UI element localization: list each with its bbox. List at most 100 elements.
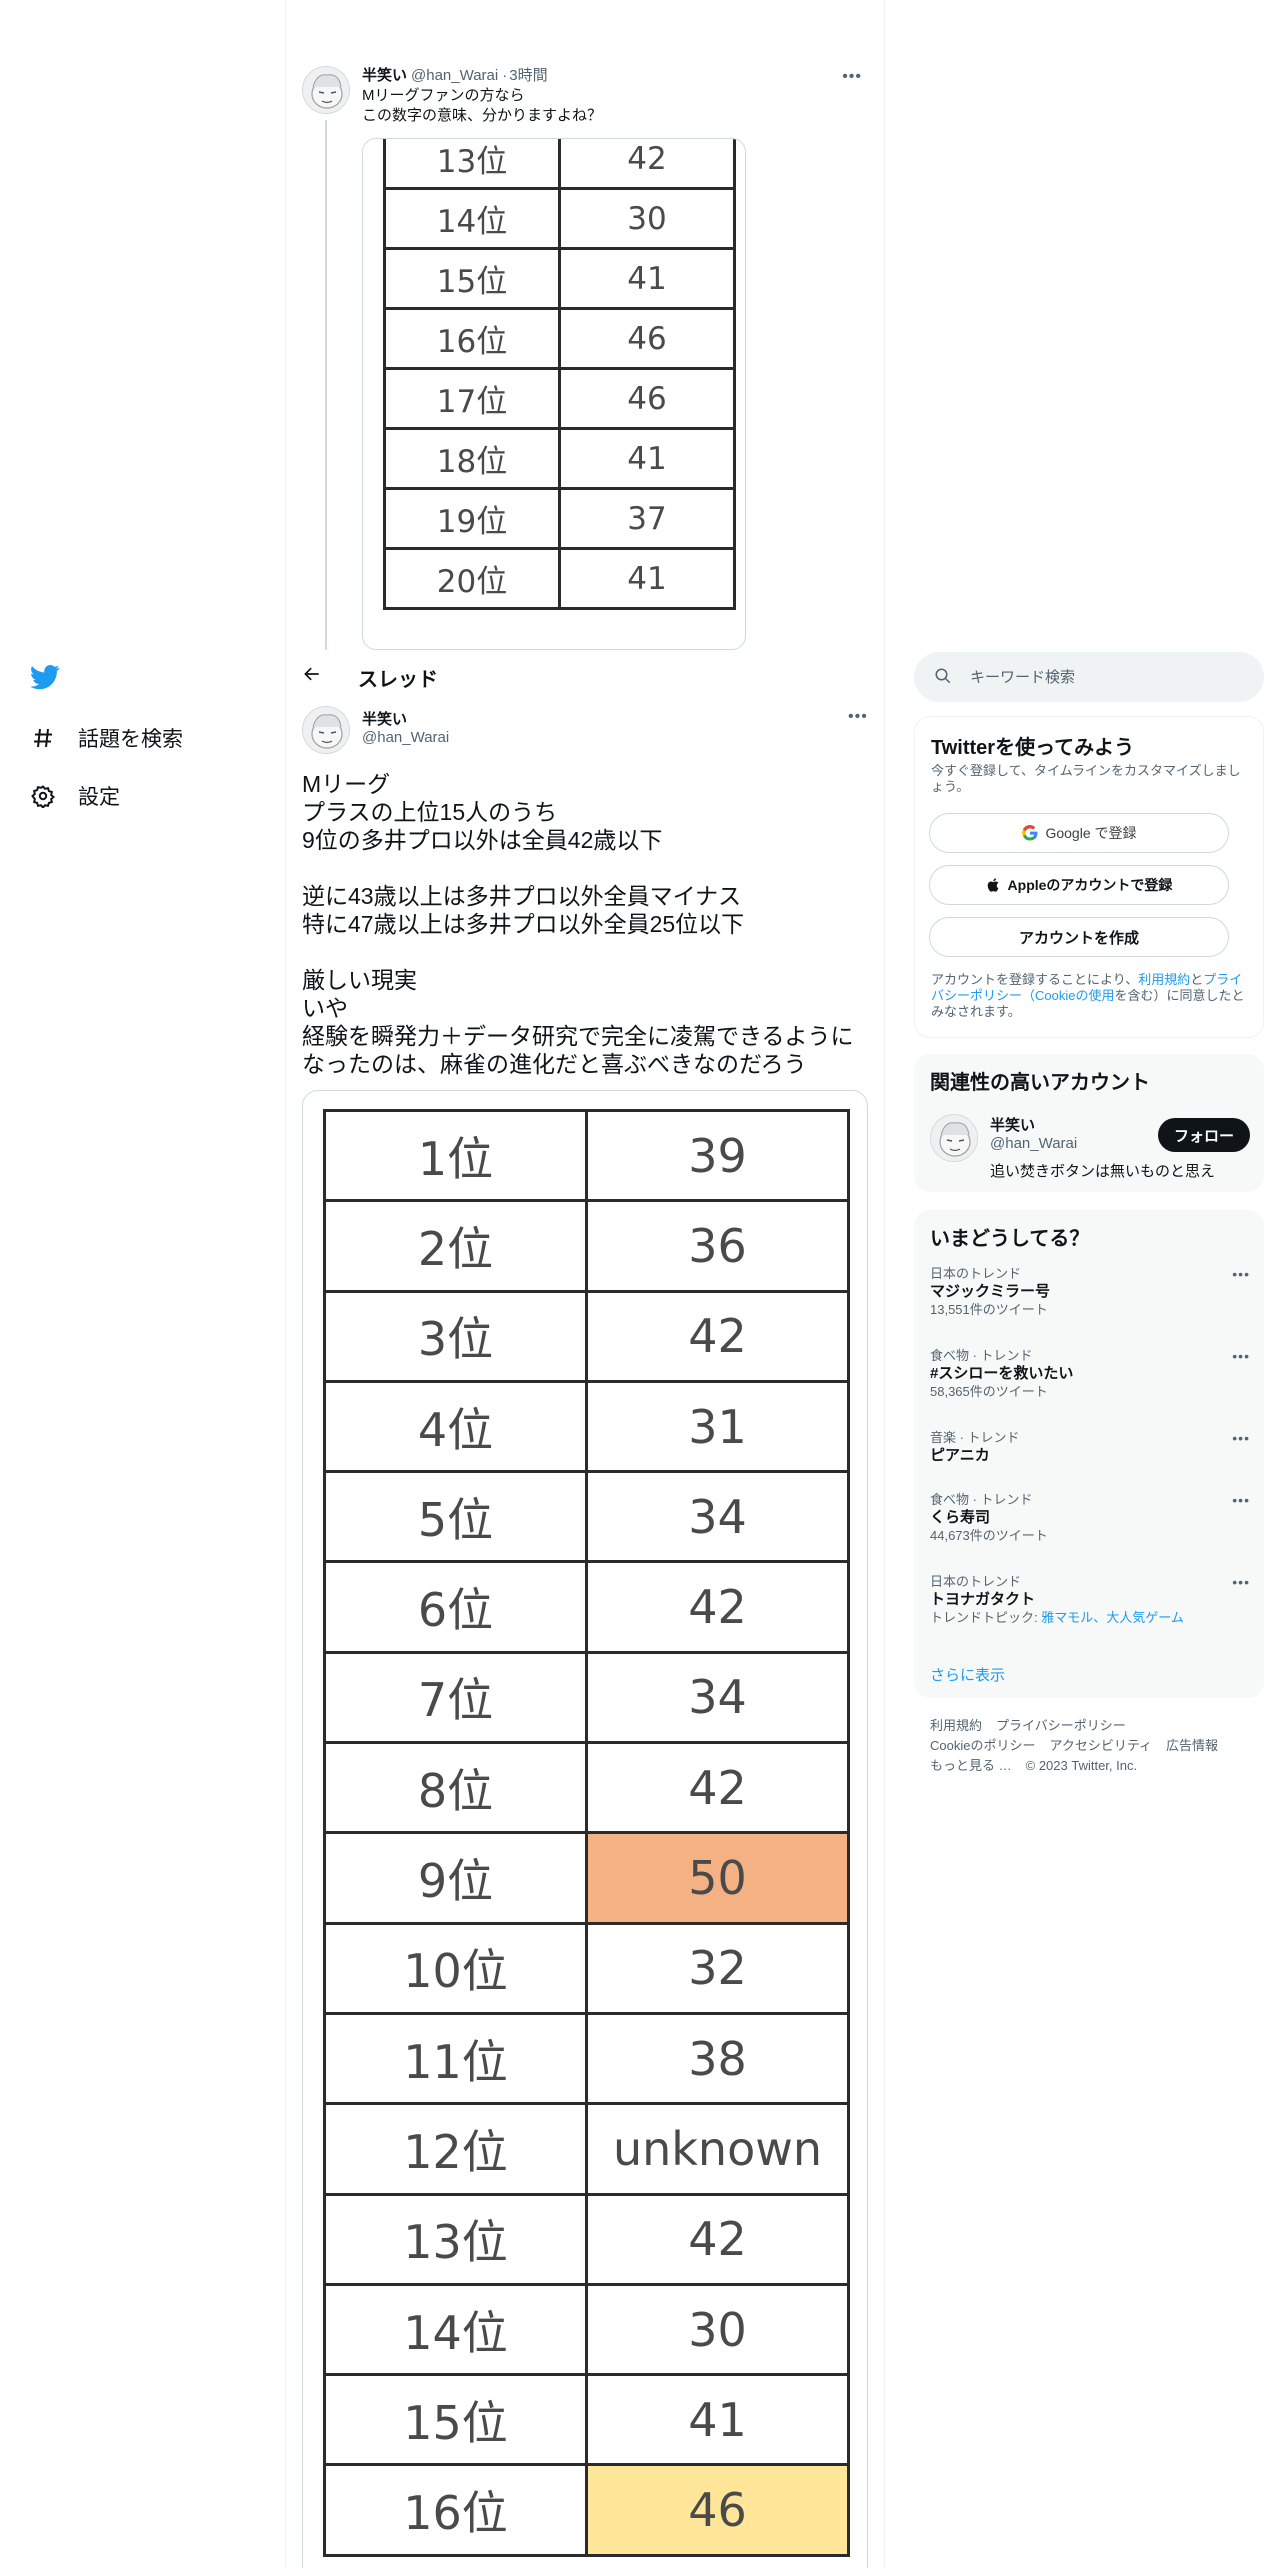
table-row: 13位 42 (323, 2192, 850, 2286)
tweet-time[interactable]: 3時間 (509, 67, 547, 84)
age-cell: 37 (558, 487, 736, 550)
right-column-border (884, 0, 885, 2568)
related-accounts-card: 関連性の高いアカウント 半笑い @han_Warai 追い焚きボタンは無いものと… (914, 1054, 1264, 1192)
age-cell: unknown (585, 2102, 850, 2196)
age-cell: 42 (558, 139, 736, 190)
trend-item[interactable]: 日本のトレンド トヨナガタクト トレンドトピック: 雅マモル、大人気ゲーム ••… (930, 1574, 1250, 1626)
signup-title: Twitterを使ってみよう (931, 737, 1135, 759)
avatar[interactable] (930, 1114, 978, 1162)
more-options-icon[interactable]: ••• (848, 708, 868, 726)
parent-tweet[interactable]: 半笑い @han_Warai · 3時間 ••• Mリーグファンの方なら この数字の意… (286, 50, 884, 700)
show-more-link[interactable]: さらに表示 (930, 1664, 1005, 1685)
trend-count: 58,365件のツイート (930, 1384, 1048, 1399)
avatar[interactable] (302, 66, 350, 114)
trend-item[interactable]: 食べ物 · トレンド #スシローを救いたい 58,365件のツイート ••• (930, 1348, 1250, 1400)
search-box[interactable] (914, 652, 1264, 702)
table-row: 6位 42 (323, 1560, 850, 1654)
thread-connector-line (325, 120, 327, 700)
terms-link[interactable]: 利用規約 (1138, 972, 1190, 987)
tweet-text-line: この数字の意味、分かりますよね？ (362, 107, 603, 124)
more-options-icon[interactable]: ••• (1232, 1266, 1250, 1282)
author-handle[interactable]: @han_Warai (411, 67, 498, 84)
terms-and: と (1190, 972, 1204, 987)
table-row: 20位 41 (383, 547, 736, 610)
rank-cell: 6位 (323, 1560, 588, 1654)
tweet-text-line: プラスの上位15人のうち (302, 799, 558, 825)
trend-item[interactable]: 日本のトレンド マジックミラー号 13,551件のツイート ••• (930, 1266, 1250, 1318)
search-input[interactable] (970, 652, 1250, 702)
gear-icon (30, 783, 56, 809)
tweet-text: Mリーグファンの方なら この数字の意味、分かりますよね？ (362, 86, 602, 126)
hashtag-icon (30, 725, 56, 751)
age-cell: 38 (585, 2011, 850, 2106)
create-account-button[interactable]: アカウントを作成 (929, 917, 1229, 957)
tweet-image[interactable]: 1位 39 2位 36 3位 42 4位 31 5位 34 6位 42 7位 34 8位 42 9位 50 10位 3… (302, 1090, 868, 2568)
author-handle[interactable]: @han_Warai (362, 729, 449, 746)
apple-icon (986, 877, 1002, 893)
nav-settings[interactable]: 設定 (30, 776, 120, 816)
more-options-icon[interactable]: ••• (1232, 1348, 1250, 1364)
rank-cell: 18位 (383, 427, 561, 490)
trend-item[interactable]: 音楽 · トレンド ピアニカ ••• (930, 1430, 1250, 1466)
apple-signup-button[interactable]: Appleのアカウントで登録 (929, 865, 1229, 905)
avatar[interactable] (302, 706, 350, 754)
related-account-handle[interactable]: @han_Warai (990, 1135, 1077, 1152)
table-row: 9位 50 (323, 1831, 850, 1925)
tweet-text-line: なったのは、麻雀の進化だと喜ぶべきなのだろう (302, 1051, 807, 1077)
age-cell: 46 (558, 307, 736, 370)
tweet-text-line: 厳しい現実 (302, 967, 417, 993)
footer-link[interactable]: アクセシビリティ (1049, 1738, 1152, 1753)
tweet-image[interactable]: 13位 42 14位 30 15位 41 16位 46 17位 46 18位 41 19位 37 20位 41 (362, 138, 746, 650)
age-cell: 41 (585, 2373, 850, 2467)
table-row: 3位 42 (323, 1289, 850, 1383)
tweet-text-line: いや (302, 995, 348, 1021)
table-row: 11位 38 (323, 2011, 850, 2106)
copyright: © 2023 Twitter, Inc. (1025, 1758, 1138, 1773)
rank-cell: 16位 (323, 2463, 588, 2557)
footer-link[interactable]: プライバシーポリシー (996, 1718, 1126, 1733)
age-cell: 41 (558, 427, 736, 490)
tweet-text-line: 逆に43歳以上は多井プロ以外全員マイナス (302, 883, 742, 909)
table-row: 7位 34 (323, 1650, 850, 1745)
more-options-icon[interactable]: ••• (1232, 1574, 1250, 1590)
trend-item[interactable]: 食べ物 · トレンド くら寿司 44,673件のツイート ••• (930, 1492, 1250, 1544)
table-row: 18位 41 (383, 427, 736, 490)
twitter-logo-icon[interactable] (30, 662, 64, 692)
age-cell: 41 (558, 247, 736, 310)
more-options-icon[interactable]: ••• (1232, 1492, 1250, 1508)
table-row: 15位 41 (383, 247, 736, 310)
nav-settings-label: 設定 (78, 786, 120, 809)
rank-cell: 11位 (323, 2011, 588, 2106)
more-options-icon[interactable]: ••• (842, 68, 862, 86)
table-row: 2位 36 (323, 1199, 850, 1293)
nav-explore[interactable]: 話題を検索 (30, 718, 183, 758)
trend-name: ピアニカ (930, 1447, 990, 1464)
footer-link[interactable]: 広告情報 (1166, 1738, 1218, 1753)
tweet-header: 半笑い @han_Warai · 3時間 (362, 64, 548, 85)
table-row: 13位 42 (383, 139, 736, 190)
trend-topic-links[interactable]: 雅マモル、大人気ゲーム (1041, 1610, 1184, 1625)
rank-cell: 1位 (323, 1108, 588, 1203)
thread-header: スレッド (286, 650, 884, 702)
age-cell: 36 (585, 1199, 850, 1293)
related-account-name[interactable]: 半笑い (990, 1114, 1035, 1135)
trend-count: 13,551件のツイート (930, 1302, 1048, 1317)
follow-button[interactable]: フォロー (1158, 1118, 1250, 1152)
google-icon (1021, 824, 1039, 842)
more-options-icon[interactable]: ••• (1232, 1430, 1250, 1446)
footer-link[interactable]: Cookieのポリシー (930, 1738, 1035, 1753)
footer-link[interactable]: もっと見る … (930, 1758, 1012, 1773)
google-signup-button[interactable]: Google で登録 (929, 813, 1229, 853)
trend-meta: 音楽 · トレンド (930, 1430, 1020, 1445)
age-cell: 42 (585, 1289, 850, 1383)
table-row: 16位 46 (383, 307, 736, 370)
author-name[interactable]: 半笑い (362, 67, 407, 84)
create-account-label: アカウントを作成 (1018, 929, 1139, 947)
rank-cell: 17位 (383, 367, 561, 430)
table-row: 17位 46 (383, 367, 736, 430)
back-arrow-icon[interactable] (302, 664, 326, 688)
trends-title: いまどうしてる？ (930, 1228, 1090, 1250)
footer-link[interactable]: 利用規約 (930, 1718, 982, 1733)
age-cell: 42 (585, 2192, 850, 2286)
author-name[interactable]: 半笑い (362, 708, 407, 729)
